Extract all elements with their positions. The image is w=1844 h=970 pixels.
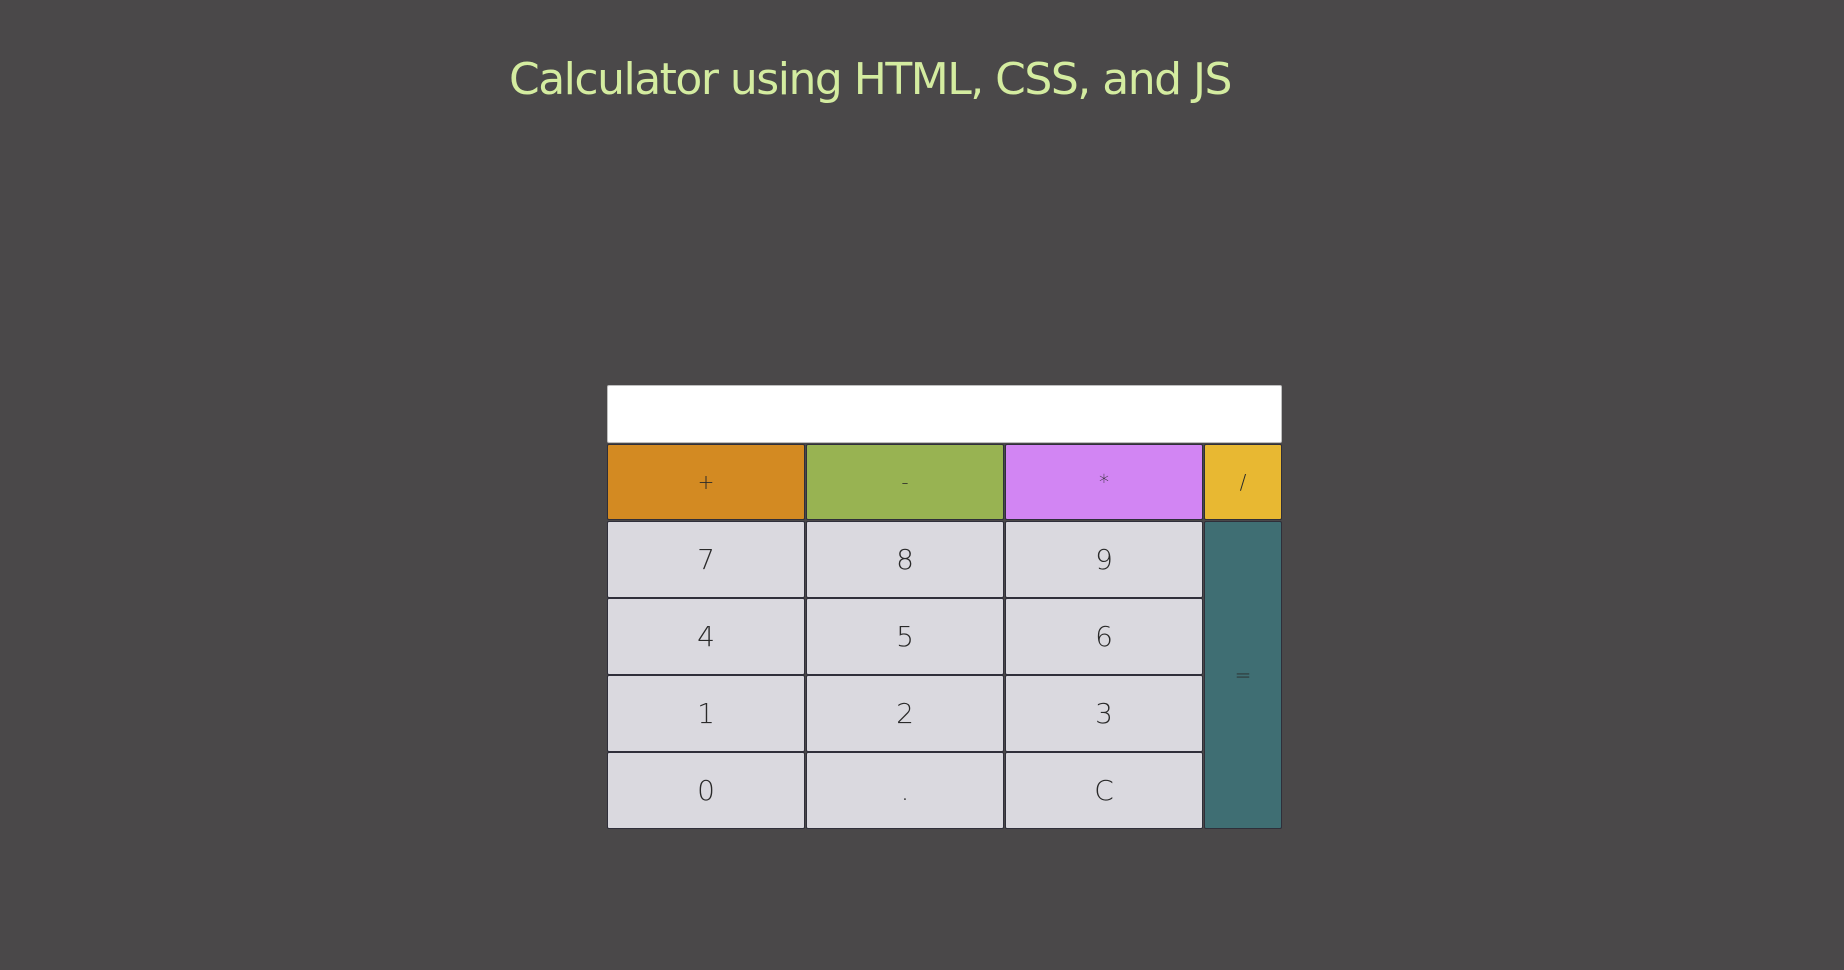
clear-button[interactable]: C [1005,752,1203,829]
digit-6-button[interactable]: 6 [1005,598,1203,675]
digit-0-button[interactable]: 0 [607,752,805,829]
add-button[interactable]: + [607,444,805,520]
digit-9-button[interactable]: 9 [1005,521,1203,598]
digit-1-button[interactable]: 1 [607,675,805,752]
digit-4-button[interactable]: 4 [607,598,805,675]
multiply-button[interactable]: * [1005,444,1203,520]
digit-7-button[interactable]: 7 [607,521,805,598]
divide-button[interactable]: / [1204,444,1282,520]
digit-5-button[interactable]: 5 [806,598,1004,675]
decimal-button[interactable]: . [806,752,1004,829]
page-title: Calculator using HTML, CSS, and JS [509,54,1232,105]
calculator: + - * / 7 8 9 4 5 6 1 2 3 0 . C = [607,385,1282,829]
digit-3-button[interactable]: 3 [1005,675,1203,752]
digit-8-button[interactable]: 8 [806,521,1004,598]
display-input[interactable] [607,385,1282,443]
subtract-button[interactable]: - [806,444,1004,520]
digit-2-button[interactable]: 2 [806,675,1004,752]
equals-button[interactable]: = [1204,521,1282,829]
